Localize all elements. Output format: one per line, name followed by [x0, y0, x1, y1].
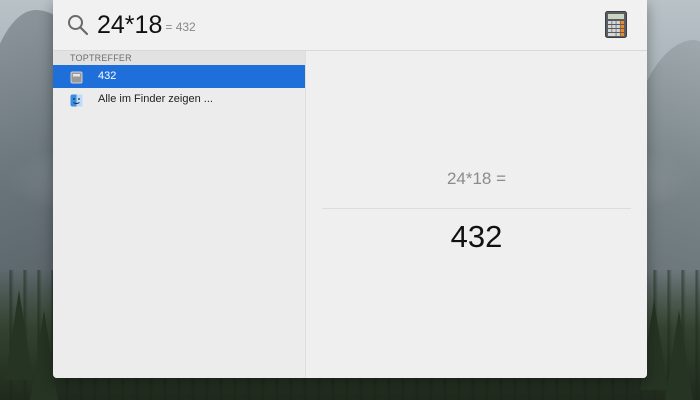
calculator-result-icon [70, 70, 83, 84]
results-list: TOPTREFFER 432 Alle im Finder zeigen ... [53, 51, 306, 378]
calculation-expression: 24*18 = [446, 169, 507, 188]
preview-pane: 24*18 = 432 [306, 51, 647, 378]
calculation-answer[interactable]: 432 [306, 219, 647, 255]
spotlight-search-bar[interactable]: 24*18 = 432 [53, 0, 647, 51]
inline-calculation-result: = 432 [165, 20, 196, 34]
section-header-top-hits: TOPTREFFER [53, 51, 305, 65]
search-icon [67, 14, 89, 36]
background-tree [5, 290, 33, 380]
result-item-calculation[interactable]: 432 [53, 65, 305, 88]
search-query-text: 24*18 [97, 11, 163, 39]
calculator-icon[interactable] [605, 11, 627, 38]
result-item-label: 432 [98, 70, 117, 82]
result-item-show-all-in-finder[interactable]: Alle im Finder zeigen ... [53, 88, 305, 111]
finder-icon [70, 93, 83, 107]
search-input[interactable]: 24*18 = 432 [97, 9, 196, 43]
background-tree [665, 310, 693, 400]
result-item-label: Alle im Finder zeigen ... [98, 93, 213, 105]
spotlight-window: 24*18 = 432 TOPTREFFER 432 Alle im Finde… [53, 0, 647, 378]
preview-divider [322, 208, 631, 209]
